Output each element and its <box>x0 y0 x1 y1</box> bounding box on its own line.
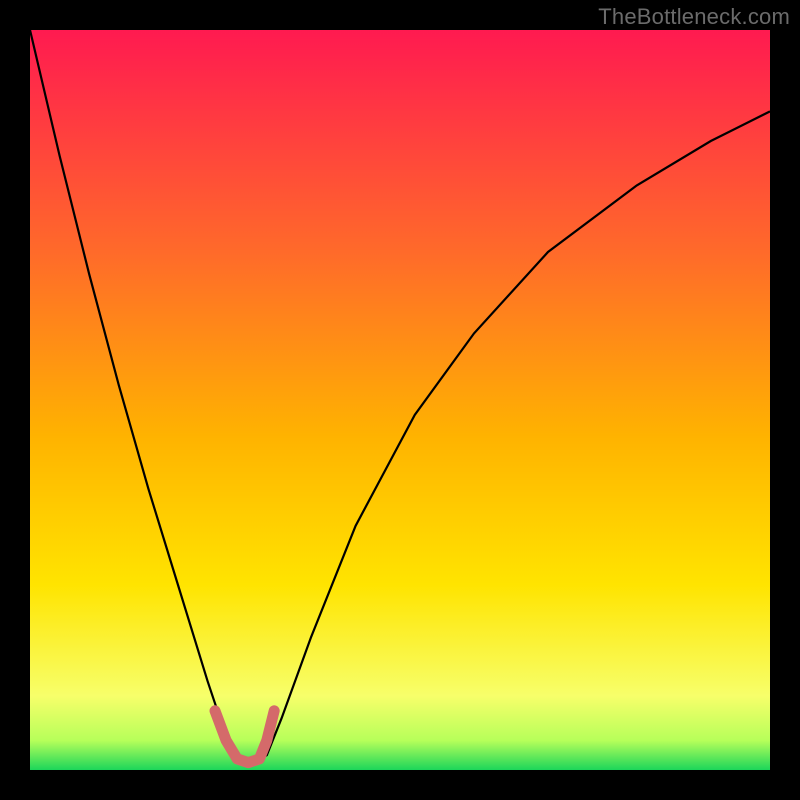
chart-frame <box>30 30 770 770</box>
chart-background <box>30 30 770 770</box>
watermark-text: TheBottleneck.com <box>598 4 790 30</box>
bottleneck-chart <box>30 30 770 770</box>
